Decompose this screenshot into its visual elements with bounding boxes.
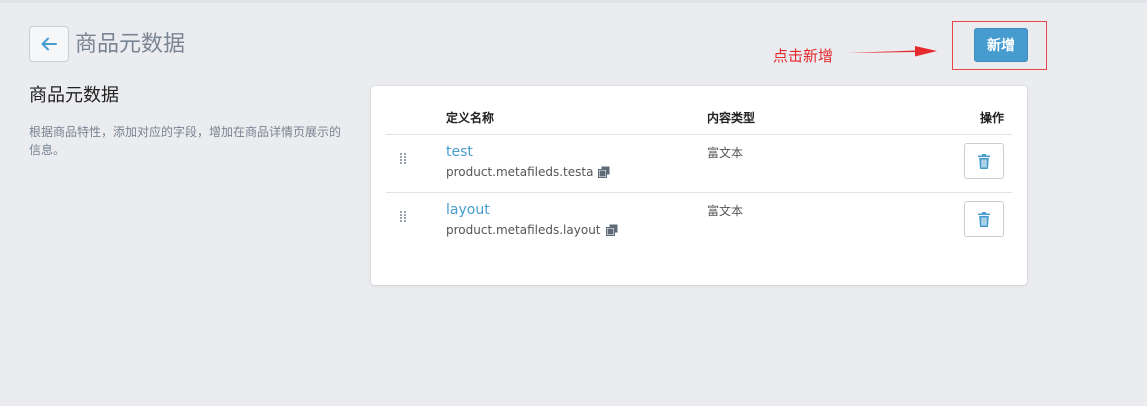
column-header-name: 定义名称 (446, 111, 495, 125)
table-header: 定义名称 内容类型 操作 (386, 106, 1012, 135)
metafield-key: product.metafileds.layout (446, 221, 618, 239)
metafield-key-text: product.metafileds.layout (446, 223, 601, 237)
metafields-card: 定义名称 内容类型 操作 test product.metafileds.tes… (371, 86, 1027, 285)
metafield-type: 富文本 (707, 146, 744, 160)
metafield-type: 富文本 (707, 204, 744, 218)
column-header-ops: 操作 (979, 111, 1004, 125)
metafield-key-text: product.metafileds.testa (446, 165, 594, 179)
drag-handle-icon[interactable] (400, 211, 406, 222)
delete-button[interactable] (964, 201, 1004, 237)
arrow-left-icon (41, 37, 57, 51)
annotation-arrow (847, 46, 937, 57)
table-row: layout product.metafileds.layout 富文本 (386, 193, 1012, 251)
top-border (0, 0, 1147, 3)
trash-icon (978, 211, 990, 227)
trash-icon (978, 153, 990, 169)
annotation-text: 点击新增 (773, 47, 834, 65)
metafield-name-link[interactable]: layout (446, 201, 490, 219)
column-header-type: 内容类型 (707, 111, 756, 125)
metafield-key: product.metafileds.testa (446, 163, 610, 181)
drag-handle-icon[interactable] (400, 153, 406, 164)
delete-button[interactable] (964, 143, 1004, 179)
copy-icon[interactable] (598, 166, 610, 178)
metafield-name-link[interactable]: test (446, 143, 473, 161)
copy-icon[interactable] (605, 224, 618, 236)
page-title: 商品元数据 (75, 32, 186, 57)
section-description: 根据商品特性，添加对应的字段，增加在商品详情页展示的信息。 (29, 125, 342, 157)
section-heading: 商品元数据 (29, 85, 119, 106)
back-button[interactable] (29, 26, 69, 62)
table-row: test product.metafileds.testa 富文本 (386, 135, 1012, 193)
add-button[interactable]: 新增 (974, 28, 1028, 62)
